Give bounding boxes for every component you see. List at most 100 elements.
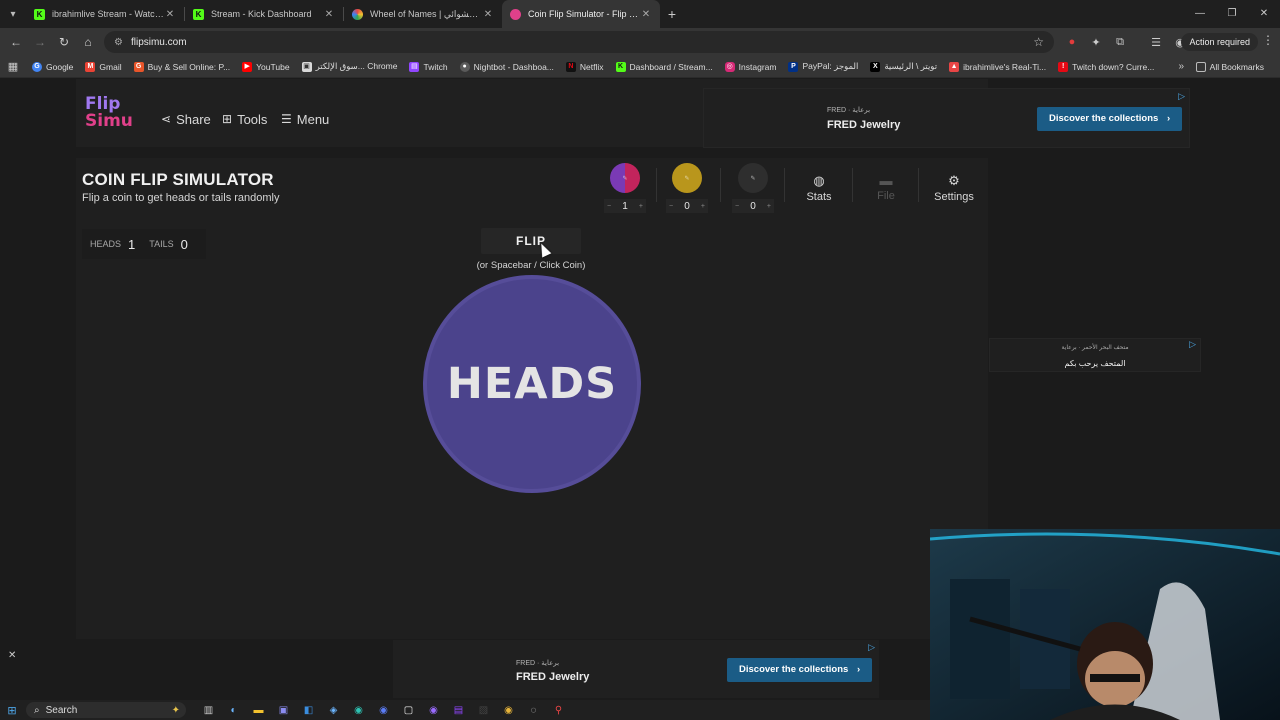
url-field[interactable]: ⚙ flipsimu.com ☆ [104,31,1054,53]
reload-icon[interactable]: ↻ [52,35,76,49]
extension-red-icon[interactable]: ● [1060,36,1084,48]
outlook-icon[interactable]: ◧ [296,705,321,716]
ad-cta-button[interactable]: Discover the collections › [1037,107,1183,131]
task-view-icon[interactable]: ▥ [196,705,221,716]
bookmark-twitch[interactable]: ▤ Twitch [403,61,453,72]
share-button[interactable]: ⋖ Share [161,110,211,128]
bookmark-chrome-store[interactable]: ▣ سوق الإلكتر... Chrome [296,61,404,72]
browser-menu-icon[interactable]: ⋮ [1262,33,1274,47]
bookmark-kick-dashboard[interactable]: K Dashboard / Stream... [610,61,719,72]
adchoices-icon[interactable]: ▷ [1178,91,1185,102]
top-banner-ad[interactable]: ▷ FRED · برعاية FRED Jewelry Discover th… [703,88,1190,148]
flipsimu-logo[interactable]: Flip Simu [85,96,149,136]
ms-store-icon[interactable]: ◈ [321,705,346,716]
bookmark-x[interactable]: X تويتر \ الرئيسية [864,61,943,72]
action-required-button[interactable]: Action required [1181,33,1258,51]
close-tab-icon[interactable]: ✕ [640,9,652,20]
style-1-coin-icon[interactable]: ✎ [610,163,640,193]
increment-icon[interactable]: + [767,203,771,210]
increment-icon[interactable]: + [639,203,643,210]
apps-grid-icon[interactable]: ▦ [0,60,26,73]
score-counter: HEADS 1 TAILS 0 [82,229,206,259]
ad-cta-button[interactable]: Discover the collections › [727,658,873,682]
instagram-icon: ◎ [724,61,735,72]
new-tab-icon[interactable]: + [660,6,684,22]
file-button[interactable]: ▬ File [864,173,908,202]
file-explorer-icon[interactable]: ▬ [246,705,271,716]
bookmark-gmail[interactable]: M Gmail [79,61,127,72]
bookmark-google[interactable]: G Google [26,61,79,72]
style-2-selector[interactable]: ✎ − 0 + [666,163,710,215]
style-3-selector[interactable]: ✎ − 0 + [732,163,776,215]
style-2-stepper[interactable]: − 0 + [666,199,708,213]
bottom-banner-ad[interactable]: ▷ FRED · برعاية FRED Jewelry Discover th… [393,640,879,698]
reading-list-icon[interactable]: ☰ [1144,36,1168,49]
bookmark-instagram[interactable]: ◎ Instagram [719,61,783,72]
app-dark-icon[interactable]: ▧ [471,705,496,716]
edge-icon[interactable]: ◉ [346,705,371,716]
close-tab-icon[interactable]: ✕ [164,9,176,20]
increment-icon[interactable]: + [701,203,705,210]
bookmark-netflix[interactable]: N Netflix [560,61,610,72]
minimize-icon[interactable]: — [1184,0,1216,28]
style-3-coin-icon[interactable]: ✎ [738,163,768,193]
decrement-icon[interactable]: − [735,203,739,210]
decrement-icon[interactable]: − [669,203,673,210]
back-icon[interactable]: ← [4,35,28,49]
style-3-stepper[interactable]: − 0 + [732,199,774,213]
app-new-icon[interactable]: ▤ [446,705,471,716]
bookmark-nightbot[interactable]: ● Nightbot - Dashboa... [454,61,560,72]
bookmark-star-icon[interactable]: ☆ [1033,35,1044,49]
taskbar: ⊞ ⌕ Search ✦ ▥ ◐ ▬ ▣ ◧ ◈ ◉ ◉ ▢ ◉ ▤ ▧ ◉ ◌… [0,700,930,720]
share-label: Share [176,111,211,127]
style-1-selector[interactable]: ✎ − 1 + [604,163,648,215]
tab-search-icon[interactable]: ▾ [0,0,26,28]
tools-button[interactable]: ⊞ Tools [222,110,267,128]
all-bookmarks[interactable]: All Bookmarks [1190,61,1270,72]
side-ad[interactable]: ▷ متحف البحر الأحمر · برعاية المتحف يرحب… [989,338,1201,372]
tab-coin-flip[interactable]: Coin Flip Simulator - Flip a Coin ✕ [502,0,660,28]
teams-icon[interactable]: ▣ [271,705,296,716]
menu-button[interactable]: ☰ Menu [281,110,329,128]
app-blue-icon[interactable]: ◉ [371,705,396,716]
app-pin-icon[interactable]: ⚲ [546,705,571,716]
extensions-puzzle-icon[interactable]: ⧉ [1108,36,1132,49]
more-bookmarks-icon[interactable]: » [1178,61,1184,72]
windows-start-icon[interactable]: ⊞ [0,704,24,717]
adchoices-icon[interactable]: ▷ [868,642,875,653]
chrome-icon[interactable]: ◉ [496,705,521,716]
bookmark-twitch-down[interactable]: ! Twitch down? Curre... [1052,61,1160,72]
site-info-icon[interactable]: ⚙ [114,37,123,48]
extension-pin-icon[interactable]: ✦ [1084,36,1108,49]
style-2-coin-icon[interactable]: ✎ [672,163,702,193]
settings-button[interactable]: ⚙ Settings [932,173,976,203]
tab-kick-stream[interactable]: K ibrahimlive Stream - Watch Live ✕ [26,0,184,28]
coin[interactable]: HEADS [423,275,641,493]
flip-button[interactable]: FLIP [481,228,581,254]
close-window-icon[interactable]: ✕ [1248,0,1280,28]
stats-button[interactable]: ◍ Stats [797,173,841,203]
obs-icon[interactable]: ◌ [521,705,546,716]
copilot-icon[interactable]: ◐ [221,705,246,716]
tab-wheel-of-names[interactable]: Wheel of Names | عجلة الاسم العشوائي ✕ [344,0,502,28]
taskbar-search[interactable]: ⌕ Search ✦ [26,702,186,718]
style-1-stepper[interactable]: − 1 + [604,199,646,213]
alert-icon: ! [1058,61,1069,72]
bookmark-youtube[interactable]: ▶ YouTube [236,61,295,72]
divider [720,168,721,202]
app-purple-icon[interactable]: ◉ [421,705,446,716]
restore-icon[interactable]: ❐ [1216,0,1248,28]
forward-icon[interactable]: → [28,35,52,49]
close-tab-icon[interactable]: ✕ [482,9,494,20]
bookmark-buy-sell[interactable]: G Buy & Sell Online: P... [128,61,237,72]
paypal-icon: P [788,61,799,72]
close-tab-icon[interactable]: ✕ [323,9,335,20]
gmail-icon: M [85,61,96,72]
close-ad-icon[interactable]: ✕ [8,650,16,661]
decrement-icon[interactable]: − [607,203,611,210]
bookmark-paypal[interactable]: P PayPal: الموجز [782,61,864,72]
capcut-icon[interactable]: ▢ [396,705,421,716]
bookmark-realtime[interactable]: ▲ ibrahimlive's Real-Ti... [943,61,1052,72]
home-icon[interactable]: ⌂ [76,35,100,49]
tab-kick-dashboard[interactable]: K Stream - Kick Dashboard ✕ [185,0,343,28]
